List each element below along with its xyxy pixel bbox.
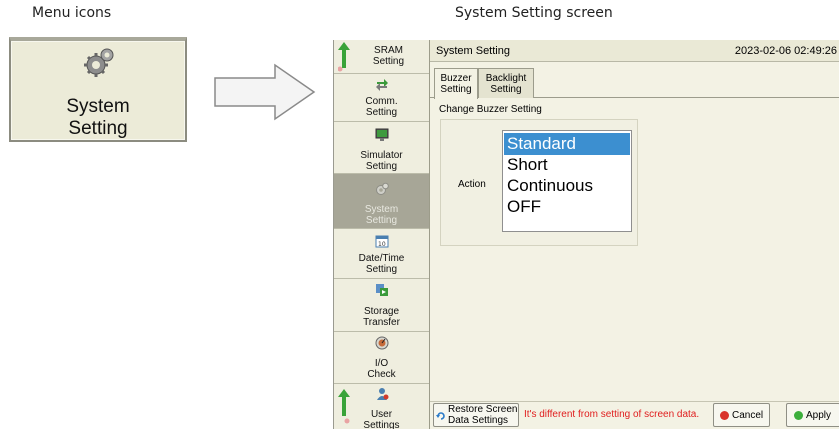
sidebar-label-datetime-line2: Setting	[365, 264, 398, 275]
listbox-option-standard[interactable]: Standard	[504, 133, 630, 155]
sidebar-label-simulator-line1: Simulator	[360, 150, 403, 161]
user-icon	[377, 388, 389, 400]
page-title: System Setting	[436, 45, 510, 57]
sidebar-item-user-settings[interactable]: User Settings	[334, 384, 429, 429]
sidebar-label-datetime-line1: Date/Time	[358, 253, 405, 264]
header-bar: System Setting 2023-02-06 02:49:26	[430, 40, 839, 62]
listbox-option-continuous[interactable]: Continuous	[504, 175, 630, 197]
sidebar-label-system-line1: System	[364, 204, 399, 215]
tab-backlight-setting[interactable]: Backlight Setting	[478, 68, 534, 98]
right-arrow-icon	[214, 63, 316, 121]
svg-text:10: 10	[378, 241, 386, 248]
menu-icon-label-line2: Setting	[68, 118, 128, 139]
action-label: Action	[458, 179, 486, 190]
tab-divider-left	[430, 97, 434, 98]
sidebar-label-sram-line1: SRAM	[374, 45, 403, 56]
sidebar-label-system-line2: Setting	[365, 215, 398, 226]
menu-icons-caption: Menu icons	[32, 5, 112, 21]
sidebar-label-comm-line1: Comm.	[365, 96, 398, 107]
restore-button-line2: Data Settings	[448, 415, 509, 426]
sidebar-item-sram-setting[interactable]: SRAM Setting	[334, 40, 429, 74]
tab-backlight-line2: Setting	[490, 84, 522, 95]
cancel-button[interactable]: Cancel	[713, 403, 770, 427]
sidebar-item-comm-setting[interactable]: Comm. Setting	[334, 74, 429, 122]
tab-divider	[534, 97, 839, 98]
sidebar-label-user-line1: User	[370, 409, 393, 420]
sidebar-label-comm-line2: Setting	[365, 107, 398, 118]
sidebar-label-simulator-line2: Setting	[365, 161, 398, 172]
system-setting-screen: SRAM Setting Comm. Setting Simulator Set…	[333, 40, 839, 429]
restore-icon	[436, 412, 445, 420]
sidebar-item-date-time-setting[interactable]: 10 Date/Time Setting	[334, 229, 429, 279]
system-setting-menu-icon[interactable]: System Setting	[9, 37, 187, 142]
sidebar-label-user-line2: Settings	[363, 420, 400, 429]
warning-message: It's different from setting of screen da…	[524, 409, 700, 420]
listbox-option-off[interactable]: OFF	[504, 196, 630, 218]
sidebar-label-io-line1: I/O	[374, 358, 389, 369]
sidebar-item-io-check[interactable]: I/O Check	[334, 332, 429, 384]
section-title: Change Buzzer Setting	[439, 104, 542, 115]
system-setting-screen-caption: System Setting screen	[455, 5, 613, 21]
cancel-icon	[720, 411, 729, 420]
apply-button-label: Apply	[806, 410, 832, 421]
action-listbox[interactable]: Standard Short Continuous OFF	[502, 130, 632, 232]
listbox-option-short[interactable]: Short	[504, 154, 630, 176]
sidebar-label-io-line2: Check	[367, 369, 396, 380]
menu-icon-label-line1: System	[66, 96, 130, 117]
sidebar-item-system-setting[interactable]: System Setting	[334, 174, 429, 229]
transfer-icon	[376, 284, 388, 296]
datetime-display: 2023-02-06 02:49:26	[734, 45, 837, 57]
comm-arrows-icon	[376, 79, 388, 91]
sidebar-label-sram-line2: Setting	[372, 56, 405, 67]
tab-buzzer-setting[interactable]: Buzzer Setting	[434, 68, 478, 99]
monitor-icon	[375, 128, 389, 141]
apply-icon	[794, 411, 803, 420]
cancel-button-label: Cancel	[732, 410, 764, 421]
footer-divider	[430, 401, 839, 402]
sidebar-label-storage-line2: Transfer	[363, 317, 400, 328]
gear-icon	[376, 182, 389, 195]
apply-button[interactable]: Apply	[786, 403, 839, 427]
gear-icon	[84, 48, 114, 77]
sidebar-label-storage-line1: Storage	[363, 306, 400, 317]
sidebar: SRAM Setting Comm. Setting Simulator Set…	[334, 40, 430, 429]
tab-buzzer-line2: Setting	[440, 84, 472, 95]
sidebar-item-storage-transfer[interactable]: Storage Transfer	[334, 279, 429, 332]
calendar-icon: 10	[375, 235, 389, 248]
gauge-icon	[375, 336, 389, 350]
sidebar-item-simulator-setting[interactable]: Simulator Setting	[334, 122, 429, 174]
restore-screen-data-settings-button[interactable]: Restore Screen Data Settings	[433, 403, 519, 427]
tab-backlight-line1: Backlight	[485, 73, 527, 84]
restore-button-line1: Restore Screen	[448, 404, 518, 415]
tab-buzzer-line1: Buzzer	[440, 73, 472, 84]
